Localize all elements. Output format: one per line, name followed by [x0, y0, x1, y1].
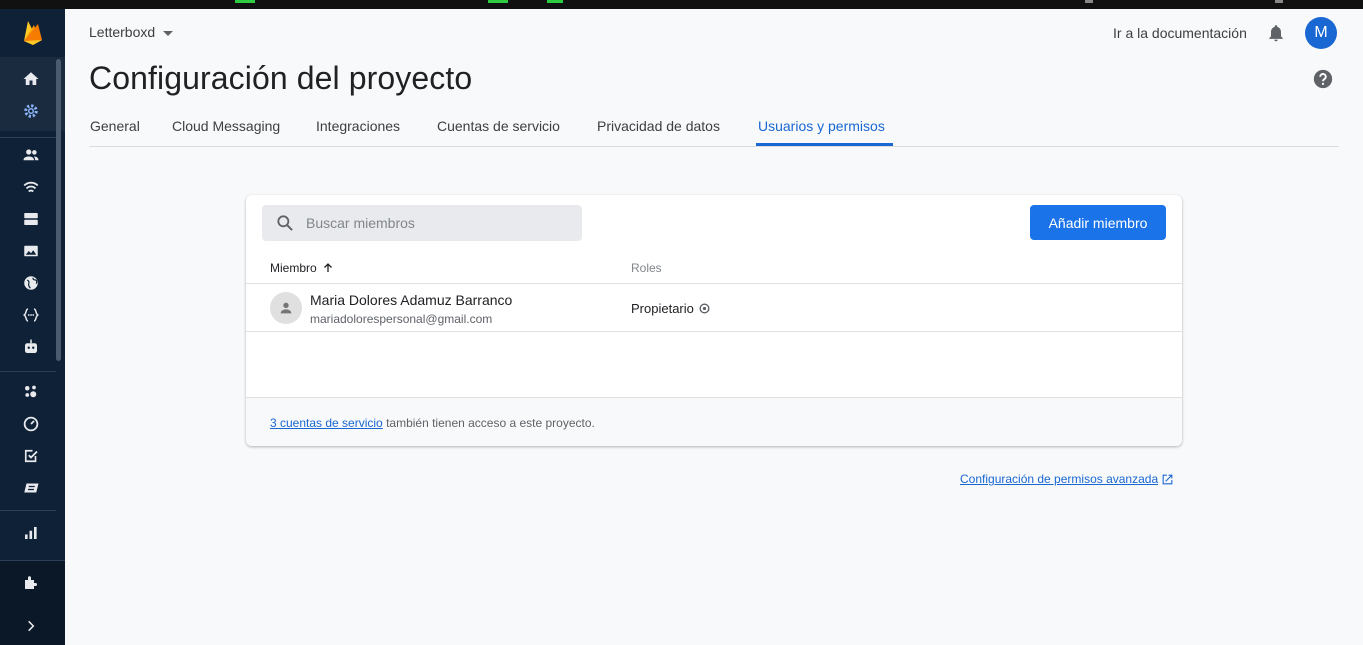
users-icon[interactable]	[21, 145, 41, 165]
functions-icon[interactable]	[21, 305, 41, 325]
column-header-member[interactable]: Miembro	[270, 261, 334, 275]
user-avatar	[270, 292, 302, 324]
table-row[interactable]: Maria Dolores Adamuz Barranco mariadolor…	[246, 284, 1182, 332]
rail-footer	[0, 560, 65, 645]
members-table-header: Miembro Roles	[246, 251, 1182, 284]
help-icon[interactable]	[1312, 68, 1334, 90]
search-input[interactable]	[306, 205, 576, 241]
role-info-icon[interactable]	[698, 302, 711, 315]
checklist-icon[interactable]	[21, 446, 41, 466]
service-accounts-note: 3 cuentas de servicio también tienen acc…	[270, 416, 595, 430]
search-icon	[277, 215, 293, 231]
active-tab-indicator	[756, 143, 893, 146]
realtime-icon[interactable]	[21, 177, 41, 197]
open-in-new-icon	[1162, 474, 1173, 484]
tab-privacidad-de-datos[interactable]: Privacidad de datos	[597, 118, 720, 134]
rail-scrollbar[interactable]	[56, 59, 61, 361]
chevron-down-icon	[163, 30, 174, 36]
project-name: Letterboxd	[89, 24, 156, 40]
member-email: mariadolorespersonal@gmail.com	[310, 312, 493, 326]
advanced-permissions-label: Configuración de permisos avanzada	[960, 472, 1159, 486]
settings-icon[interactable]	[21, 101, 41, 121]
account-avatar[interactable]: M	[1305, 17, 1337, 49]
bell-icon[interactable]	[1266, 22, 1286, 44]
documentation-link[interactable]: Ir a la documentación	[1113, 25, 1247, 41]
chevron-right-icon[interactable]	[21, 616, 41, 636]
rail-divider	[0, 371, 56, 372]
globe-icon[interactable]	[21, 273, 41, 293]
test-lab-icon[interactable]	[21, 478, 41, 498]
member-role: Propietario	[631, 301, 711, 316]
tab-cloud-messaging[interactable]: Cloud Messaging	[172, 118, 280, 134]
home-icon[interactable]	[21, 69, 41, 89]
settings-tabs: General Cloud Messaging Integraciones Cu…	[89, 110, 1339, 147]
speedometer-icon[interactable]	[21, 414, 41, 434]
image-icon[interactable]	[21, 241, 41, 261]
rail-divider	[0, 137, 56, 138]
add-member-button[interactable]: Añadir miembro	[1030, 205, 1166, 240]
person-icon	[280, 302, 292, 314]
tab-integraciones[interactable]: Integraciones	[316, 118, 400, 134]
browser-top-strip	[0, 0, 1363, 9]
members-card: Añadir miembro Miembro Roles Maria Dolor…	[246, 195, 1182, 446]
analytics-icon[interactable]	[21, 523, 41, 543]
tab-general[interactable]: General	[90, 118, 140, 134]
service-accounts-text: también tienen acceso a este proyecto.	[382, 416, 595, 430]
column-member-label: Miembro	[270, 261, 317, 275]
side-navigation-rail	[0, 9, 65, 645]
robot-icon[interactable]	[21, 337, 41, 357]
arrow-up-icon	[323, 263, 332, 272]
card-footer: 3 cuentas de servicio también tienen acc…	[246, 397, 1182, 446]
top-header: Letterboxd Ir a la documentación M	[65, 9, 1363, 57]
page-title: Configuración del proyecto	[89, 60, 473, 96]
extensions-icon[interactable]	[21, 382, 41, 402]
storage-icon[interactable]	[21, 209, 41, 229]
tab-usuarios-y-permisos[interactable]: Usuarios y permisos	[758, 118, 885, 134]
project-selector[interactable]: Letterboxd	[89, 24, 174, 40]
column-header-roles: Roles	[631, 261, 662, 275]
tab-cuentas-de-servicio[interactable]: Cuentas de servicio	[437, 118, 560, 134]
firebase-logo[interactable]	[0, 9, 65, 57]
service-accounts-link[interactable]: 3 cuentas de servicio	[270, 416, 383, 430]
role-label: Propietario	[631, 301, 694, 316]
member-name: Maria Dolores Adamuz Barranco	[310, 292, 513, 308]
puzzle-icon[interactable]	[21, 573, 41, 593]
rail-divider	[0, 510, 56, 511]
advanced-permissions-link[interactable]: Configuración de permisos avanzada	[960, 472, 1174, 486]
member-search	[262, 205, 582, 241]
